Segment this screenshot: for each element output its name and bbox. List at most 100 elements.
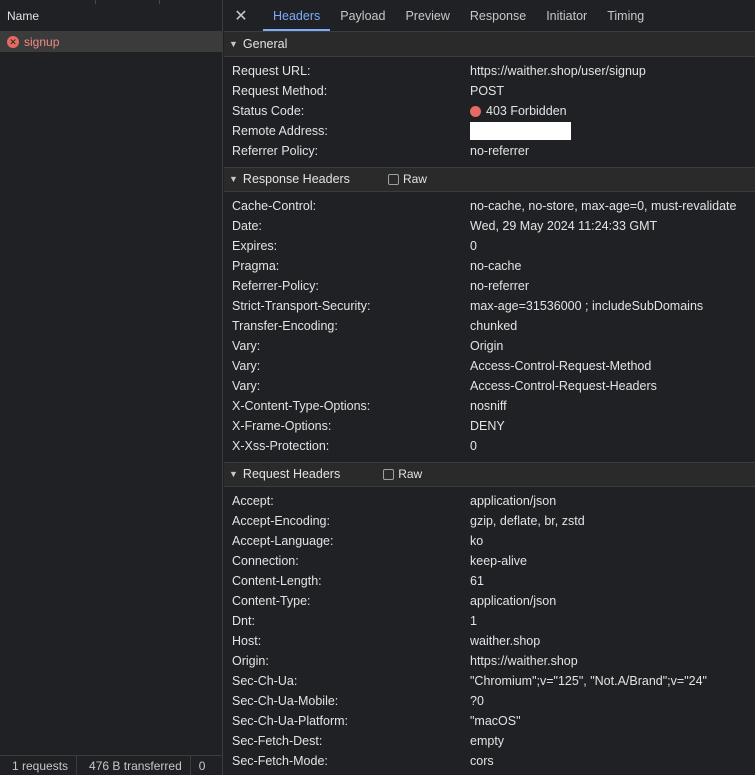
header-key: Request URL: [232, 64, 311, 78]
error-x-icon: ✕ [7, 36, 19, 48]
header-value: DENY [470, 419, 505, 433]
checkbox-icon[interactable] [383, 469, 395, 480]
header-key: Host: [232, 634, 262, 648]
raw-toggle[interactable]: Raw [387, 167, 427, 192]
raw-label: Raw [398, 467, 423, 481]
raw-toggle[interactable]: Raw [383, 462, 422, 487]
header-value [470, 121, 571, 141]
header-key: Sec-Ch-Ua-Platform: [232, 714, 348, 728]
header-value: gzip, deflate, br, zstd [470, 514, 585, 528]
header-row: X-Frame-Options: DENY [224, 416, 755, 436]
header-row: Origin: https://waither.shop [224, 651, 755, 671]
tab-timing[interactable]: Timing [597, 0, 654, 31]
header-key: Referrer-Policy: [232, 279, 319, 293]
request-count: 1 requests [12, 758, 69, 773]
raw-label: Raw [402, 172, 427, 186]
section-title: Response Headers [242, 172, 350, 186]
header-value: nosniff [470, 399, 507, 413]
header-key: Dnt: [232, 614, 255, 628]
header-value: ?0 [470, 694, 484, 708]
tab-payload[interactable]: Payload [330, 0, 395, 31]
triangle-down-icon: ▼ [229, 38, 238, 49]
request-headers-section-header[interactable]: ▼ Request Headers Raw [224, 462, 755, 487]
status-bar: 1 requests 476 B transferred 0 [0, 755, 223, 775]
header-key: Accept-Language: [232, 534, 334, 548]
header-key: Content-Length: [232, 574, 322, 588]
status-value: 403 Forbidden [470, 101, 567, 121]
header-key: Referrer Policy: [232, 144, 319, 158]
close-icon[interactable]: ✕ [233, 0, 249, 31]
tab-response[interactable]: Response [460, 0, 536, 31]
header-row: Accept: application/json [224, 491, 755, 511]
header-row: Sec-Ch-Ua-Platform: "macOS" [224, 711, 755, 731]
header-row: Vary: Access-Control-Request-Headers [224, 376, 755, 396]
header-key: Expires: [232, 239, 278, 253]
name-column-header[interactable]: Name [0, 0, 222, 32]
checkbox-icon[interactable] [387, 174, 399, 185]
response-headers-section-header[interactable]: ▼ Response Headers Raw [224, 167, 755, 192]
header-key: Date: [232, 219, 262, 233]
header-row: Content-Type: application/json [224, 591, 755, 611]
header-row: Request Method: POST [224, 81, 755, 101]
general-section-header[interactable]: ▼ General [224, 32, 755, 57]
request-list-panel: Name ✕ signup 1 requests 476 B transferr… [0, 0, 223, 775]
header-key: Cache-Control: [232, 199, 317, 213]
header-value: empty [470, 734, 505, 748]
header-key: Accept: [232, 494, 274, 508]
header-value: chunked [470, 319, 518, 333]
header-value: ko [470, 534, 484, 548]
header-key: Vary: [232, 379, 261, 393]
header-value: cors [470, 754, 494, 768]
header-value: "Chromium";v="125", "Not.A/Brand";v="24" [470, 674, 707, 688]
tab-headers[interactable]: Headers [263, 0, 331, 31]
header-row: Date: Wed, 29 May 2024 11:24:33 GMT [224, 216, 755, 236]
header-value: 1 [470, 614, 477, 628]
header-row: Pragma: no-cache [224, 256, 755, 276]
header-row: Referrer Policy: no-referrer [224, 141, 755, 161]
header-value: no-cache [470, 259, 522, 273]
header-row: Vary: Origin [224, 336, 755, 356]
header-key: Origin: [232, 654, 269, 668]
header-value: https://waither.shop [470, 654, 578, 668]
header-row: Status Code: 403 Forbidden [224, 101, 755, 121]
header-value: application/json [470, 494, 557, 508]
request-name: signup [24, 35, 60, 49]
header-value: https://waither.shop/user/signup [470, 64, 646, 78]
header-value: Wed, 29 May 2024 11:24:33 GMT [470, 219, 658, 233]
response-header-rows: Cache-Control: no-cache, no-store, max-ag… [224, 192, 755, 462]
header-row: Dnt: 1 [224, 611, 755, 631]
header-row: Strict-Transport-Security: max-age=315360… [224, 296, 755, 316]
header-value: POST [470, 84, 505, 98]
header-value: 61 [470, 574, 484, 588]
header-key: Pragma: [232, 259, 280, 273]
header-value: 0 [470, 239, 477, 253]
header-row: Cache-Control: no-cache, no-store, max-ag… [224, 196, 755, 216]
header-key: Remote Address: [232, 124, 328, 138]
header-row: Expires: 0 [224, 236, 755, 256]
request-header-rows: Accept: application/json Accept-Encoding: g… [224, 487, 755, 775]
header-value: no-referrer [470, 144, 530, 158]
header-value: no-cache, no-store, max-age=0, must-reva… [470, 199, 737, 213]
triangle-down-icon: ▼ [229, 469, 238, 479]
header-key: Transfer-Encoding: [232, 319, 338, 333]
status-error-dot-icon [470, 105, 481, 117]
header-value: Origin [470, 339, 504, 353]
header-key: Connection: [232, 554, 299, 568]
header-key: Strict-Transport-Security: [232, 299, 371, 313]
detail-tabs: ✕ Headers Payload Preview Response Initi… [224, 0, 755, 32]
header-row: Remote Address: [224, 121, 755, 141]
tab-initiator[interactable]: Initiator [536, 0, 597, 31]
header-value: waither.shop [470, 634, 541, 648]
request-row-signup[interactable]: ✕ signup [0, 32, 222, 52]
header-row: Sec-Fetch-Dest: empty [224, 731, 755, 751]
header-value: 0 [470, 439, 477, 453]
header-key: Sec-Ch-Ua-Mobile: [232, 694, 339, 708]
header-row: Transfer-Encoding: chunked [224, 316, 755, 336]
tab-preview[interactable]: Preview [395, 0, 459, 31]
header-value: no-referrer [470, 279, 530, 293]
header-key: Sec-Fetch-Mode: [232, 754, 328, 768]
header-key: Request Method: [232, 84, 328, 98]
header-value: keep-alive [470, 554, 527, 568]
header-value: "macOS" [470, 714, 521, 728]
request-details-panel: ✕ Headers Payload Preview Response Initi… [224, 0, 755, 775]
